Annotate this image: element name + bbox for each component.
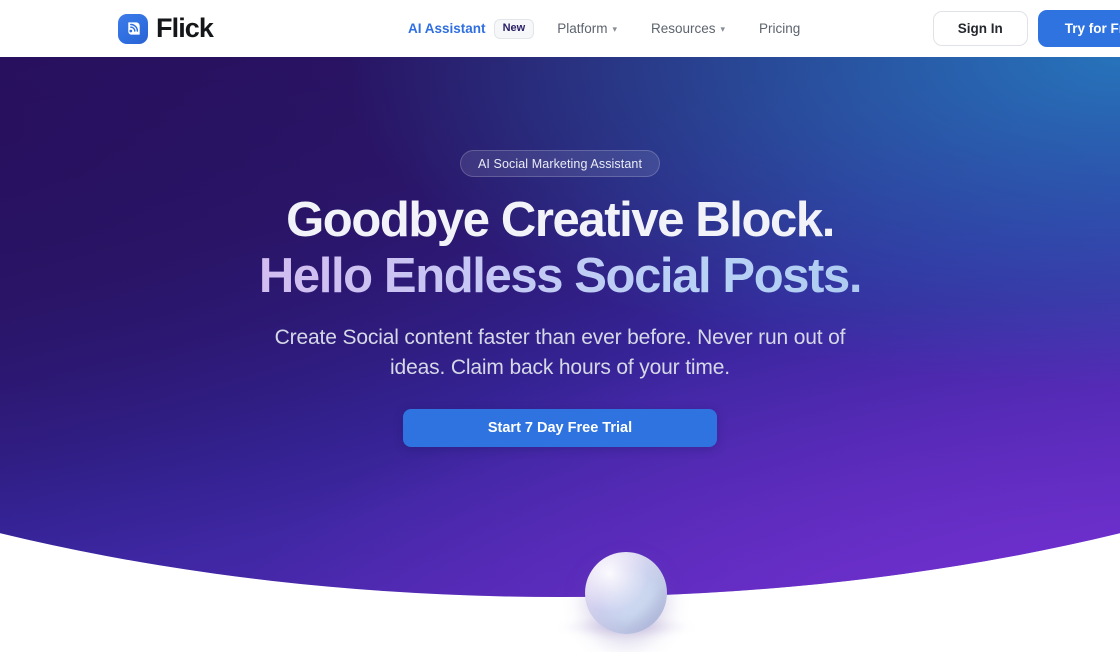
- broadcast-rss-icon: [118, 13, 148, 44]
- brand-logo[interactable]: Flick: [118, 13, 214, 44]
- hero-eyebrow-pill[interactable]: AI Social Marketing Assistant: [459, 150, 661, 177]
- header-actions: Sign In Try for Free: [932, 10, 1120, 47]
- nav-item-pricing[interactable]: Pricing: [742, 14, 817, 44]
- hero-section: AI Social Marketing Assistant Goodbye Cr…: [0, 57, 1120, 597]
- nav-item-ai-assistant[interactable]: AI Assistant: [391, 14, 494, 44]
- nav-badge-new[interactable]: New: [493, 18, 535, 39]
- nav-item-platform[interactable]: Platform ▾: [540, 14, 634, 44]
- nav-label-pricing: Pricing: [759, 21, 801, 36]
- decorative-sphere: [585, 552, 667, 634]
- landing-page: Flick AI Assistant New Platform ▾ Resour…: [0, 0, 1120, 652]
- nav-label-ai-assistant: AI Assistant: [408, 21, 486, 36]
- chevron-down-icon: ▾: [720, 24, 726, 34]
- sign-in-button[interactable]: Sign In: [932, 11, 1028, 46]
- primary-nav: AI Assistant New Platform ▾ Resources ▾ …: [391, 14, 817, 44]
- hero-headline-line-2: Hello Endless Social Posts.: [0, 250, 1120, 303]
- nav-label-resources: Resources: [650, 21, 716, 36]
- site-header: Flick AI Assistant New Platform ▾ Resour…: [0, 0, 1120, 57]
- hero-subtitle: Create Social content faster than ever b…: [274, 325, 846, 380]
- brand-name: Flick: [156, 13, 214, 43]
- nav-item-resources[interactable]: Resources ▾: [634, 14, 742, 44]
- hero-content: AI Social Marketing Assistant Goodbye Cr…: [0, 57, 1120, 447]
- nav-label-platform: Platform: [557, 21, 608, 36]
- chevron-down-icon: ▾: [612, 24, 617, 34]
- try-for-free-button[interactable]: Try for Free: [1037, 10, 1120, 47]
- start-free-trial-button[interactable]: Start 7 Day Free Trial: [403, 408, 717, 447]
- hero-headline-line-1: Goodbye Creative Block.: [286, 193, 835, 247]
